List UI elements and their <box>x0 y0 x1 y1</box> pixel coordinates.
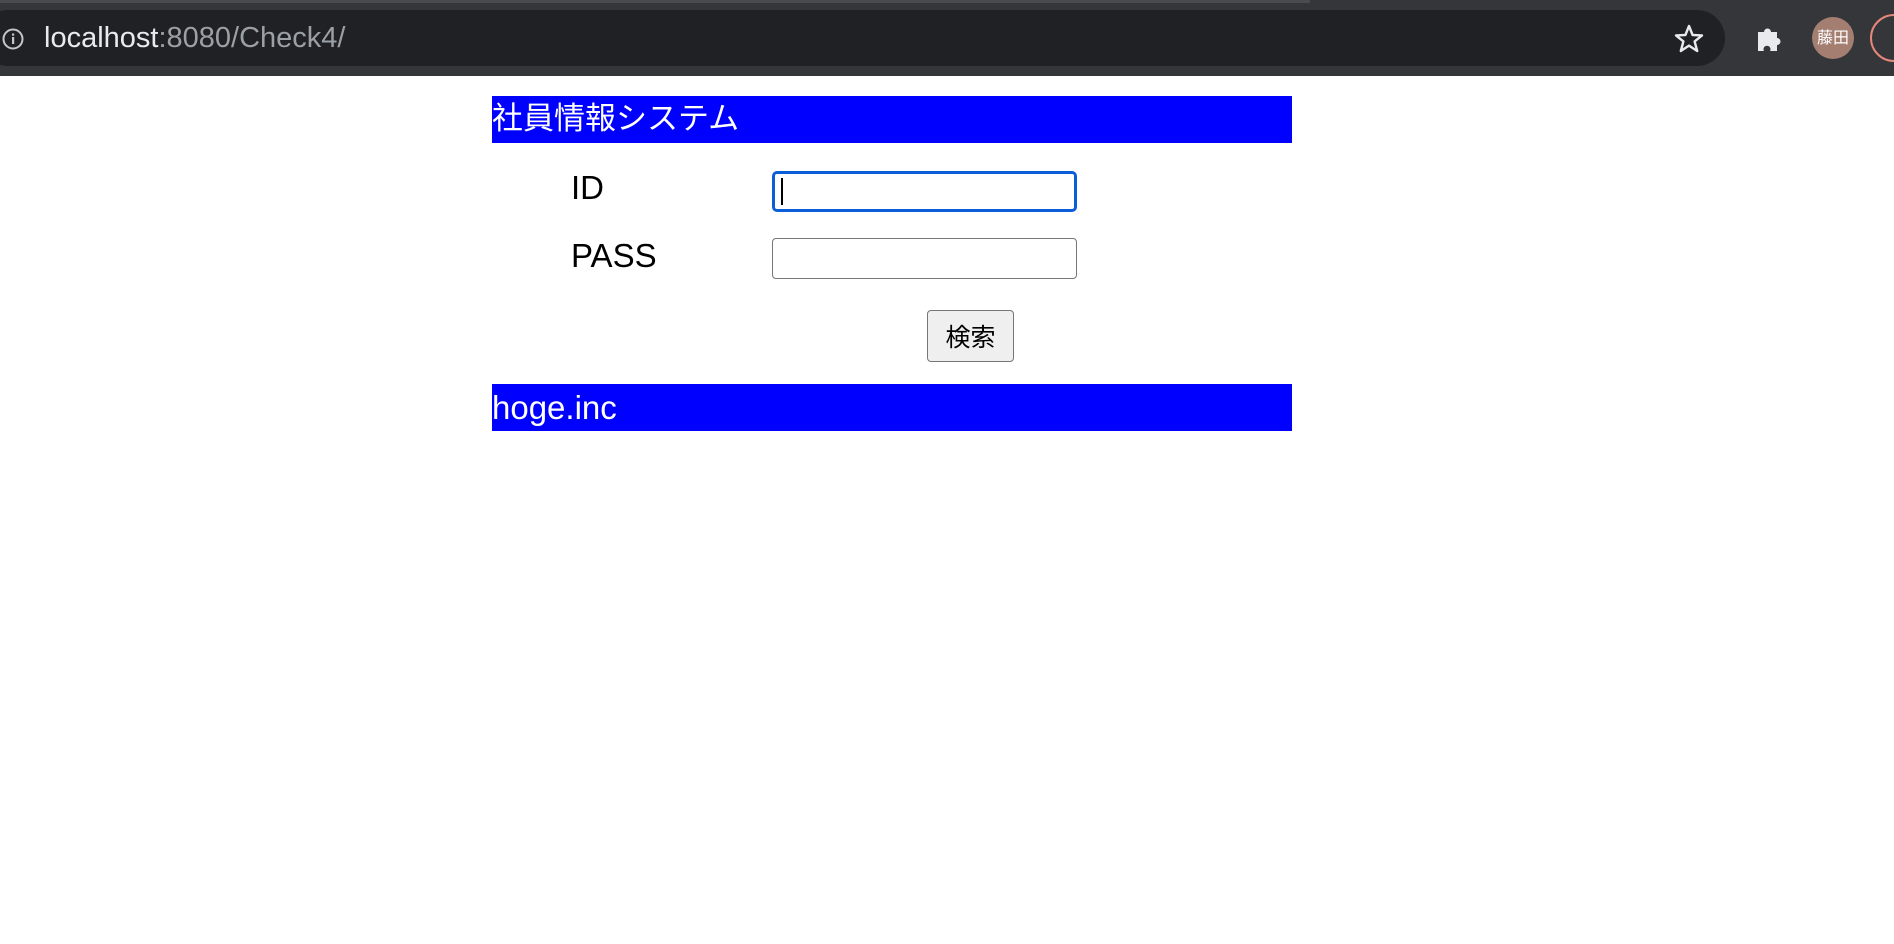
browser-toolbar: localhost:8080/Check4/ 藤田 <box>0 0 1894 76</box>
url-text[interactable]: localhost:8080/Check4/ <box>44 21 345 55</box>
id-label: ID <box>571 169 604 206</box>
profile-menu-button[interactable] <box>1870 14 1894 62</box>
search-button[interactable]: 検索 <box>927 310 1014 362</box>
site-info-icon[interactable] <box>2 28 24 50</box>
tab-strip-edge <box>0 0 1310 3</box>
password-input[interactable] <box>772 238 1077 279</box>
page-header: 社員情報システム <box>492 96 1292 143</box>
url-path: :8080/Check4/ <box>158 22 346 54</box>
id-input[interactable] <box>772 171 1077 212</box>
text-cursor <box>781 178 783 205</box>
page-footer: hoge.inc <box>492 384 1292 431</box>
profile-avatar[interactable]: 藤田 <box>1812 17 1854 59</box>
bookmark-star-icon[interactable] <box>1673 23 1705 55</box>
page-content: 社員情報システム ID PASS 検索 hoge.inc <box>0 76 1894 944</box>
pass-label: PASS <box>571 237 657 274</box>
url-host: localhost <box>44 22 159 54</box>
extensions-puzzle-icon[interactable] <box>1753 23 1785 55</box>
